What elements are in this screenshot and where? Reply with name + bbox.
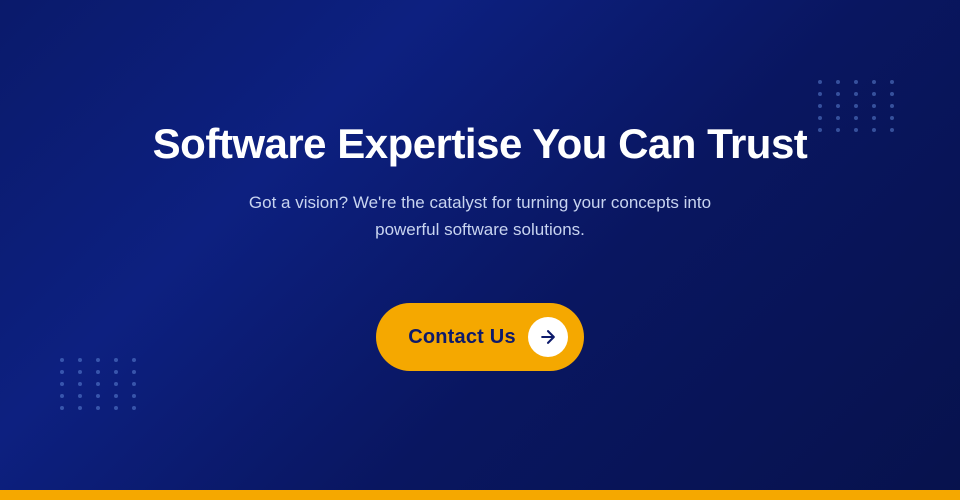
page-wrapper: Software Expertise You Can Trust Got a v… bbox=[0, 0, 960, 500]
bottom-bar bbox=[0, 490, 960, 500]
dot bbox=[114, 406, 118, 410]
dot bbox=[114, 382, 118, 386]
dots-bottom-left bbox=[60, 358, 142, 410]
dot bbox=[60, 370, 64, 374]
dot bbox=[818, 116, 822, 120]
dot bbox=[872, 80, 876, 84]
dots-top-right bbox=[818, 80, 900, 132]
dot bbox=[890, 104, 894, 108]
dot bbox=[132, 394, 136, 398]
dot bbox=[836, 80, 840, 84]
dot bbox=[78, 382, 82, 386]
dot bbox=[78, 394, 82, 398]
dot bbox=[78, 370, 82, 374]
dot bbox=[890, 116, 894, 120]
dot bbox=[854, 92, 858, 96]
dot bbox=[890, 80, 894, 84]
arrow-icon bbox=[528, 317, 568, 357]
dot bbox=[96, 394, 100, 398]
hero-title: Software Expertise You Can Trust bbox=[153, 119, 808, 169]
dot bbox=[836, 116, 840, 120]
dot bbox=[818, 128, 822, 132]
hero-section: Software Expertise You Can Trust Got a v… bbox=[0, 0, 960, 490]
dot bbox=[132, 370, 136, 374]
dot bbox=[114, 394, 118, 398]
dot bbox=[854, 116, 858, 120]
dot bbox=[60, 358, 64, 362]
dot bbox=[890, 128, 894, 132]
dot bbox=[836, 92, 840, 96]
dot bbox=[60, 394, 64, 398]
dot bbox=[854, 104, 858, 108]
contact-us-button[interactable]: Contact Us bbox=[376, 303, 584, 371]
dot bbox=[114, 358, 118, 362]
dot bbox=[78, 358, 82, 362]
dot bbox=[60, 382, 64, 386]
dot bbox=[96, 370, 100, 374]
dot bbox=[78, 406, 82, 410]
dot bbox=[854, 128, 858, 132]
dot bbox=[132, 382, 136, 386]
dot bbox=[872, 104, 876, 108]
contact-us-button-label: Contact Us bbox=[408, 326, 516, 349]
dot bbox=[890, 92, 894, 96]
dot bbox=[96, 382, 100, 386]
dot bbox=[114, 370, 118, 374]
dot bbox=[818, 104, 822, 108]
dot bbox=[818, 80, 822, 84]
dot bbox=[836, 104, 840, 108]
dot bbox=[872, 128, 876, 132]
dot bbox=[872, 116, 876, 120]
hero-subtitle: Got a vision? We're the catalyst for tur… bbox=[220, 189, 740, 243]
dot bbox=[854, 80, 858, 84]
dot bbox=[132, 358, 136, 362]
dot bbox=[818, 92, 822, 96]
dot bbox=[872, 92, 876, 96]
dot bbox=[60, 406, 64, 410]
dot bbox=[132, 406, 136, 410]
dot bbox=[96, 358, 100, 362]
dot bbox=[96, 406, 100, 410]
dot bbox=[836, 128, 840, 132]
